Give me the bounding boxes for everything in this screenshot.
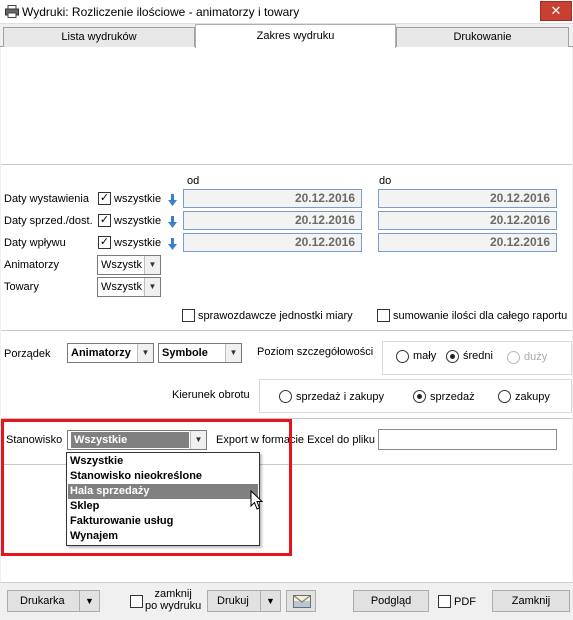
issue-dates-all-label: wszystkie xyxy=(114,193,162,205)
issue-date-from-field[interactable]: 20.12.2016 xyxy=(183,189,362,208)
close-button[interactable]: Zamknij xyxy=(492,590,570,612)
separator xyxy=(1,164,572,165)
direction-both-label: sprzedaż i zakupy xyxy=(296,391,385,403)
close-after-print-label: zamknij po wydruku xyxy=(145,588,201,612)
sum-quantities-label: sumowanie ilości dla całego raportu xyxy=(393,310,568,322)
from-header: od xyxy=(187,175,200,187)
receipt-dates-all-checkbox[interactable]: ✓ xyxy=(98,236,111,249)
print-button[interactable]: Drukuj ▼ xyxy=(207,590,281,612)
reporting-units-checkbox[interactable] xyxy=(182,309,195,322)
chevron-down-icon[interactable]: ▼ xyxy=(260,591,280,611)
sum-quantities-checkbox[interactable] xyxy=(377,309,390,322)
station-option[interactable]: Stanowisko nieokreślone xyxy=(68,469,258,484)
close-after-print-line2: po wydruku xyxy=(145,600,202,612)
pdf-label: PDF xyxy=(454,596,476,608)
detail-large-label: duży xyxy=(524,351,548,363)
printer-icon xyxy=(5,5,19,18)
export-excel-path-input[interactable] xyxy=(378,429,557,450)
sale-dates-all-label: wszystkie xyxy=(114,215,162,227)
direction-purchases-radio[interactable] xyxy=(498,390,511,403)
close-after-print-line1: zamknij xyxy=(154,588,192,600)
sale-date-to-field[interactable]: 20.12.2016 xyxy=(378,211,557,230)
preview-button[interactable]: Podgląd xyxy=(353,590,429,612)
close-after-print-checkbox[interactable] xyxy=(130,595,143,608)
receipt-date-from-field[interactable]: 20.12.2016 xyxy=(183,233,362,252)
close-window-button[interactable]: ✕ xyxy=(540,1,572,21)
detail-small-radio[interactable] xyxy=(396,350,409,363)
receipt-dates-label: Daty wpływu xyxy=(4,237,66,249)
preview-button-label: Podgląd xyxy=(370,595,412,607)
chevron-down-icon: ▼ xyxy=(137,344,153,362)
direction-purchases-label: zakupy xyxy=(515,391,550,403)
sale-dates-all-checkbox[interactable]: ✓ xyxy=(98,214,111,227)
arrow-down-icon[interactable] xyxy=(168,216,177,228)
receipt-date-to-field[interactable]: 20.12.2016 xyxy=(378,233,557,252)
detail-medium-radio[interactable] xyxy=(446,350,459,363)
station-option[interactable]: Sklep xyxy=(68,499,258,514)
mouse-cursor-icon xyxy=(250,490,263,510)
detail-level-label: Poziom szczegółowości xyxy=(257,346,374,358)
order-primary-select[interactable]: Animatorzy ▼ xyxy=(67,343,154,363)
goods-label: Towary xyxy=(4,281,39,293)
animators-label: Animatorzy xyxy=(4,259,60,271)
direction-label: Kierunek obrotu xyxy=(172,389,250,401)
tab-lista-wydrukow[interactable]: Lista wydruków xyxy=(3,27,195,47)
tab-label: Lista wydruków xyxy=(61,31,137,43)
issue-dates-label: Daty wystawienia xyxy=(4,193,89,205)
detail-small-label: mały xyxy=(413,350,437,362)
detail-large-radio[interactable] xyxy=(507,351,520,364)
tab-drukowanie[interactable]: Drukowanie xyxy=(396,27,569,47)
tab-label: Drukowanie xyxy=(453,31,512,43)
sale-date-from-field[interactable]: 20.12.2016 xyxy=(183,211,362,230)
arrow-down-icon[interactable] xyxy=(168,238,177,250)
chevron-down-icon: ▼ xyxy=(225,344,241,362)
goods-select[interactable]: Wszystk ▼ xyxy=(97,277,161,297)
station-dropdown-list: Wszystkie Stanowisko nieokreślone Hala s… xyxy=(66,452,260,546)
station-option[interactable]: Fakturowanie usług xyxy=(68,514,258,529)
arrow-down-icon[interactable] xyxy=(168,194,177,206)
envelope-icon xyxy=(293,595,311,608)
station-option-highlighted[interactable]: Hala sprzedaży xyxy=(68,484,258,499)
chevron-down-icon[interactable]: ▼ xyxy=(79,591,99,611)
station-option[interactable]: Wynajem xyxy=(68,529,258,544)
order-secondary-select[interactable]: Symbole ▼ xyxy=(158,343,242,363)
order-secondary-value: Symbole xyxy=(162,347,208,359)
print-button-label: Drukuj xyxy=(217,595,249,607)
issue-date-to-field[interactable]: 20.12.2016 xyxy=(378,189,557,208)
goods-value: Wszystk xyxy=(101,281,142,293)
direction-sales-label: sprzedaż xyxy=(430,391,475,403)
check-icon: ✓ xyxy=(99,214,110,226)
chevron-down-icon: ▼ xyxy=(144,256,160,274)
reporting-units-label: sprawozdawcze jednostki miary xyxy=(198,310,353,322)
to-header: do xyxy=(379,175,392,187)
sale-dates-label: Daty sprzed./dost. xyxy=(4,215,93,227)
order-label: Porządek xyxy=(4,348,51,360)
close-icon: ✕ xyxy=(550,3,562,18)
printer-button[interactable]: Drukarka ▼ xyxy=(7,590,100,612)
separator xyxy=(1,330,572,331)
chevron-down-icon: ▼ xyxy=(144,278,160,296)
separator xyxy=(0,582,573,583)
issue-dates-all-checkbox[interactable]: ✓ xyxy=(98,192,111,205)
check-icon: ✓ xyxy=(99,192,110,204)
station-option[interactable]: Wszystkie xyxy=(68,454,258,469)
printer-button-label: Drukarka xyxy=(20,595,65,607)
title-bar: Wydruki: Rozliczenie ilościowe - animato… xyxy=(0,0,573,24)
tab-label: Zakres wydruku xyxy=(256,30,335,42)
close-button-label: Zamknij xyxy=(511,595,551,607)
tab-zakres-wydruku[interactable]: Zakres wydruku xyxy=(195,24,396,48)
animators-select[interactable]: Wszystk ▼ xyxy=(97,255,161,275)
receipt-dates-all-label: wszystkie xyxy=(114,237,162,249)
animators-value: Wszystk xyxy=(101,259,142,271)
pdf-checkbox[interactable] xyxy=(438,595,451,608)
direction-both-radio[interactable] xyxy=(279,390,292,403)
check-icon: ✓ xyxy=(99,236,110,248)
email-button[interactable] xyxy=(286,590,316,612)
direction-sales-radio[interactable] xyxy=(413,390,426,403)
detail-medium-label: średni xyxy=(463,350,493,362)
order-primary-value: Animatorzy xyxy=(71,347,131,359)
window-title: Wydruki: Rozliczenie ilościowe - animato… xyxy=(22,5,300,19)
